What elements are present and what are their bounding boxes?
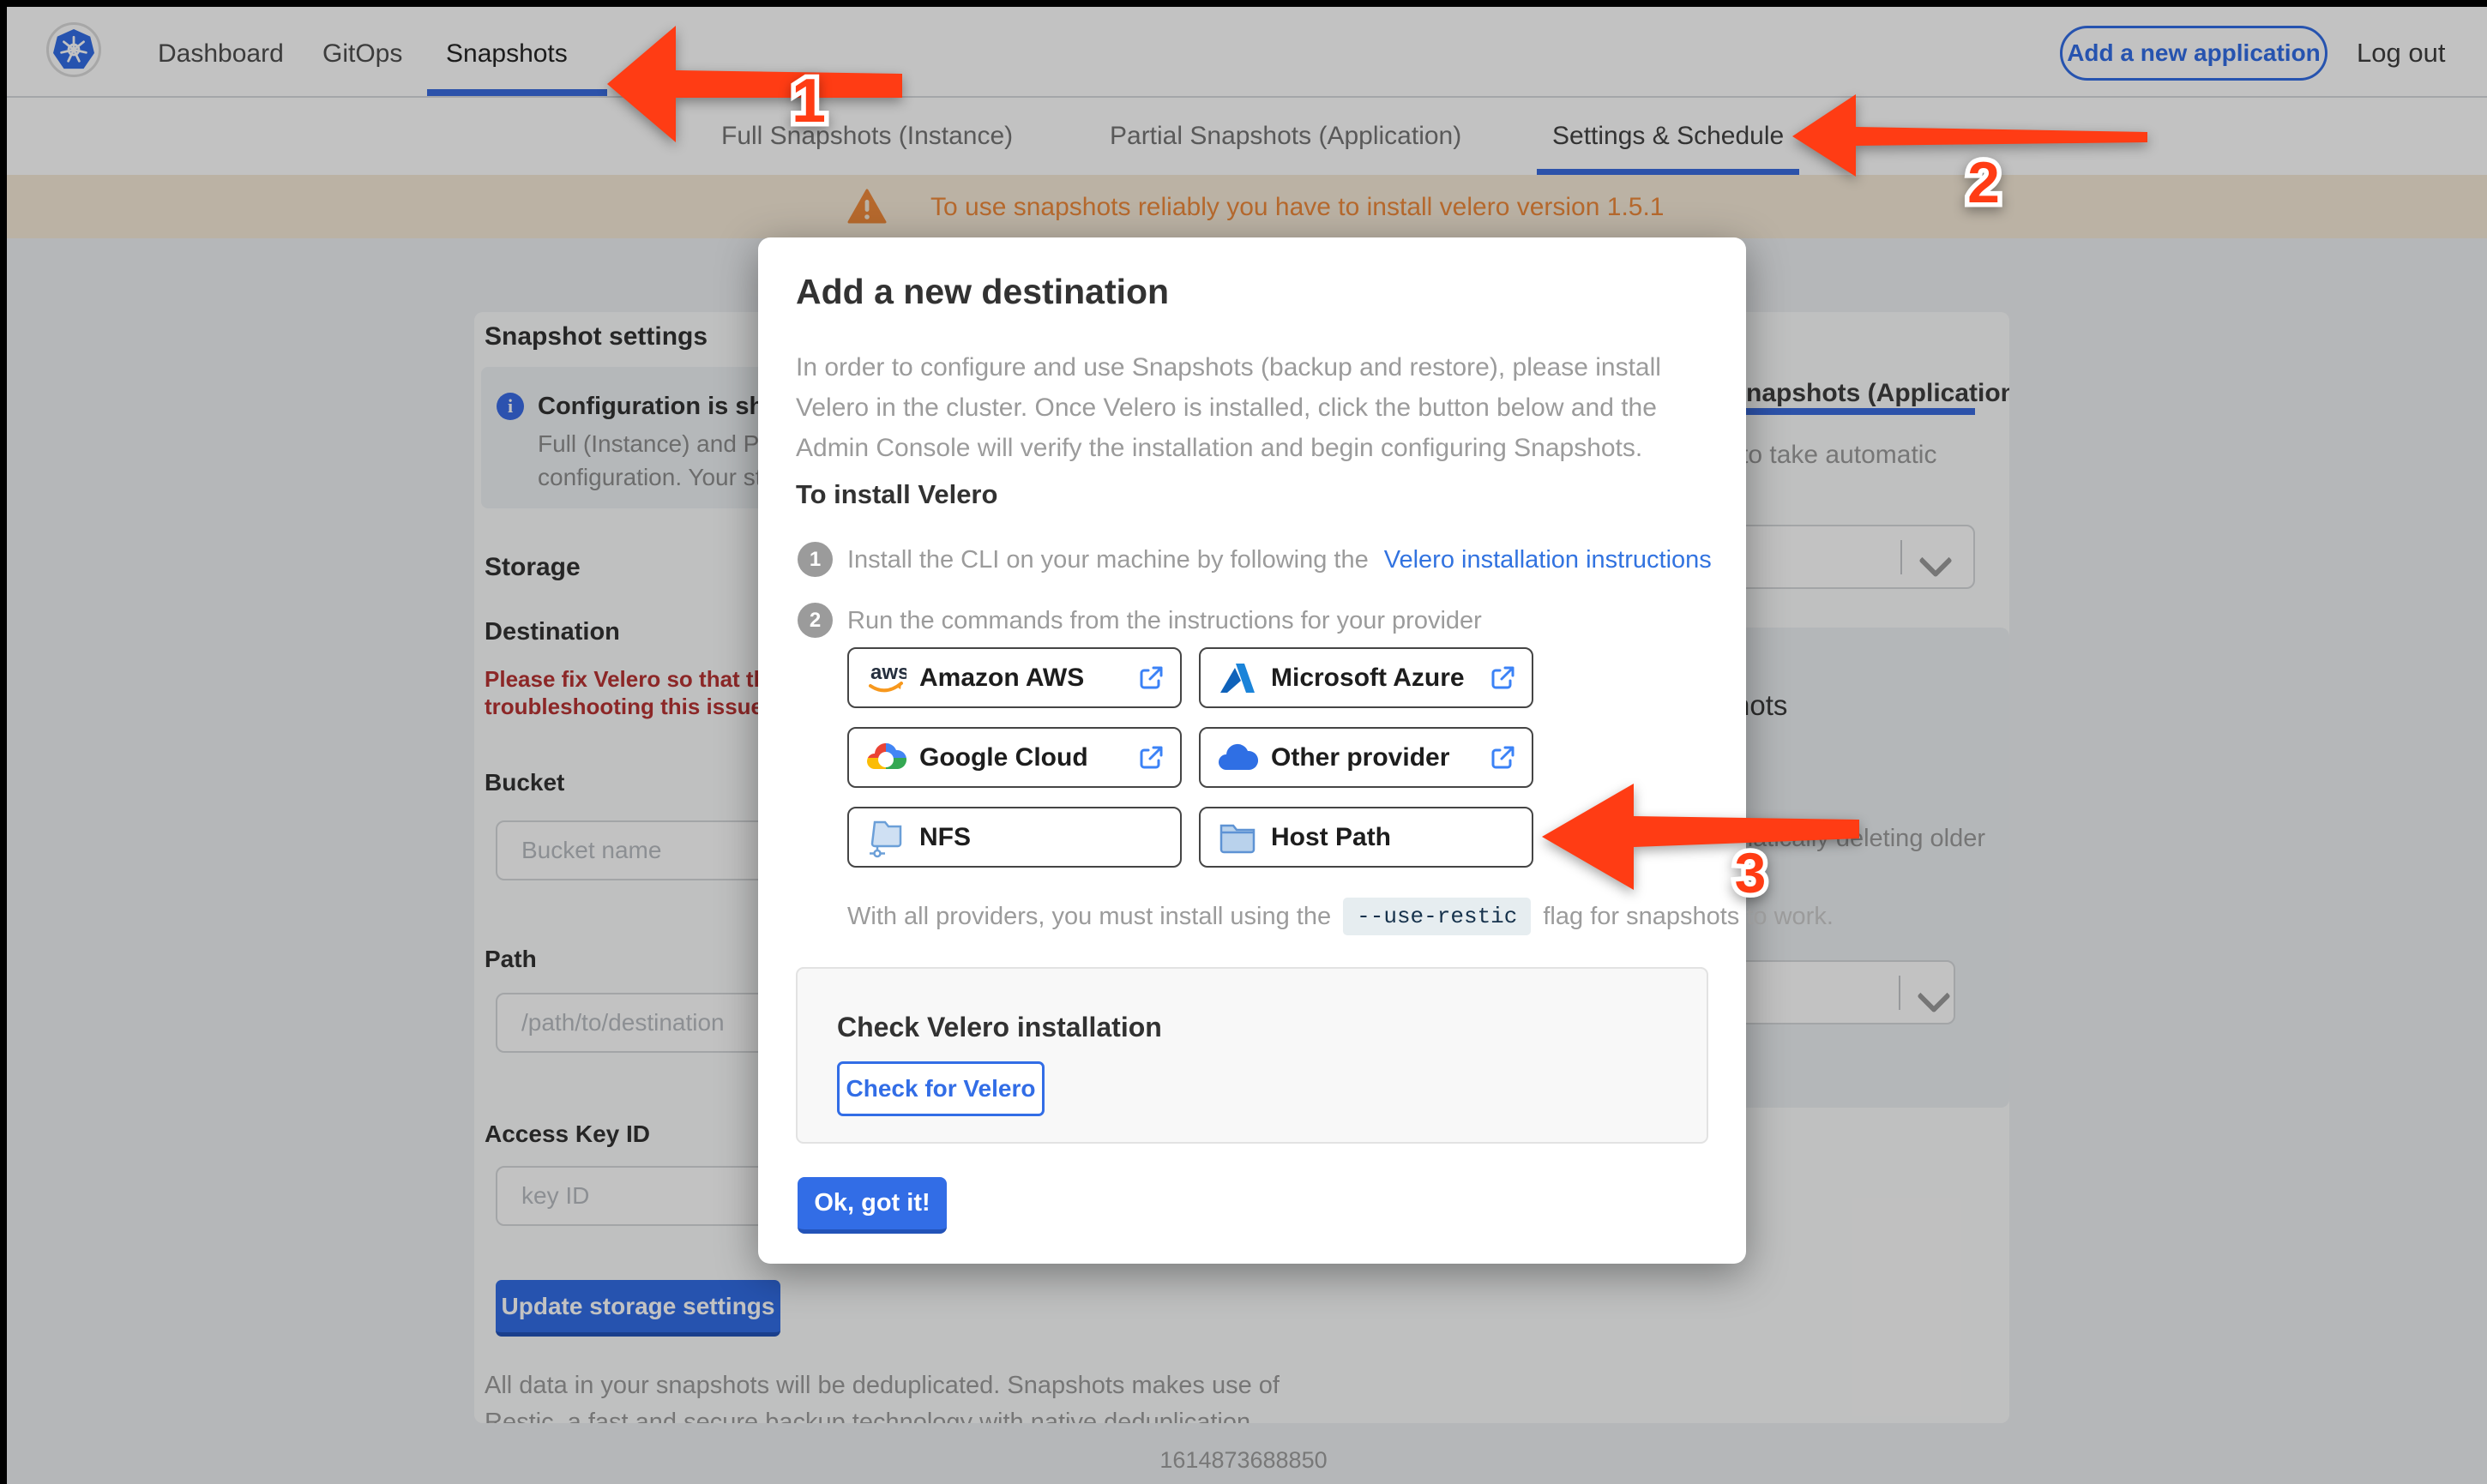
step-2-badge: 2 [798,603,833,638]
external-link-icon [1489,744,1516,772]
aws-logo-icon: aws [864,658,907,698]
azure-logo-icon [1216,658,1259,698]
screen-top-edge [0,0,2487,7]
external-link-icon [1489,664,1516,692]
provider-button-other[interactable]: Other provider [1199,727,1533,788]
provider-label: Host Path [1271,822,1392,851]
svg-text:1: 1 [792,67,826,135]
modal-intro-line2: Velero in the cluster. Once Velero is in… [796,394,1657,422]
step-2-text: Run the commands from the instructions f… [847,607,1482,634]
nfs-network-folder-icon [864,818,907,857]
provider-button-azure[interactable]: Microsoft Azure [1199,647,1533,708]
provider-label: Amazon AWS [919,663,1085,692]
modal-title: Add a new destination [796,272,1170,311]
external-link-icon [1137,744,1165,772]
provider-label: Microsoft Azure [1271,663,1465,692]
folder-icon [1216,818,1259,857]
cloud-icon [1216,738,1259,778]
annotation-number-3: 3 [1712,836,1789,913]
restic-note-after: flag for snapshots to work. [1543,902,1834,930]
step-1-badge: 1 [798,542,833,577]
install-velero-heading: To install Velero [796,479,998,509]
external-link-icon [1137,664,1165,692]
restic-flag-chip: --use-restic [1343,898,1532,935]
check-velero-panel: Check Velero installation Check for Vele… [796,967,1708,1144]
ok-got-it-button[interactable]: Ok, got it! [798,1177,947,1234]
restic-note: With all providers, you must install usi… [847,898,1834,935]
svg-text:aws: aws [870,661,906,684]
modal-intro: In order to configure and use Snapshots … [796,347,1661,468]
add-destination-modal: Add a new destination In order to config… [758,237,1834,1264]
svg-text:2: 2 [1967,150,2000,215]
modal-intro-line1: In order to configure and use Snapshots … [796,353,1661,382]
modal-intro-line3: Admin Console will verify the installati… [796,434,1643,462]
google-cloud-logo-icon [864,738,907,778]
annotation-number-1: 1 [770,62,847,140]
step-1-instruction: Install the CLI on your machine by follo… [847,546,1369,574]
provider-button-google-cloud[interactable]: Google Cloud [847,727,1182,788]
check-velero-heading: Check Velero installation [837,1012,1162,1042]
restic-note-before: With all providers, you must install usi… [847,902,1332,930]
annotation-arrow-1 [600,17,909,146]
check-for-velero-button[interactable]: Check for Velero [837,1061,1045,1116]
admin-console-screen: Dashboard GitOps Snapshots Add a new app… [0,0,2487,1484]
annotation-number-2: 2 [1945,144,2022,221]
provider-label: Google Cloud [919,742,1088,772]
provider-button-nfs[interactable]: NFS [847,807,1182,868]
provider-label: Other provider [1271,742,1450,772]
annotation-arrow-3 [1537,772,1871,896]
provider-button-host-path[interactable]: Host Path [1199,807,1533,868]
provider-button-aws[interactable]: aws Amazon AWS [847,647,1182,708]
step-1-text: Install the CLI on your machine by follo… [847,546,1712,574]
screen-left-edge [0,0,7,1484]
velero-install-instructions-link[interactable]: Velero installation instructions [1384,546,1712,574]
svg-text:3: 3 [1735,841,1767,904]
provider-label: NFS [919,822,971,851]
